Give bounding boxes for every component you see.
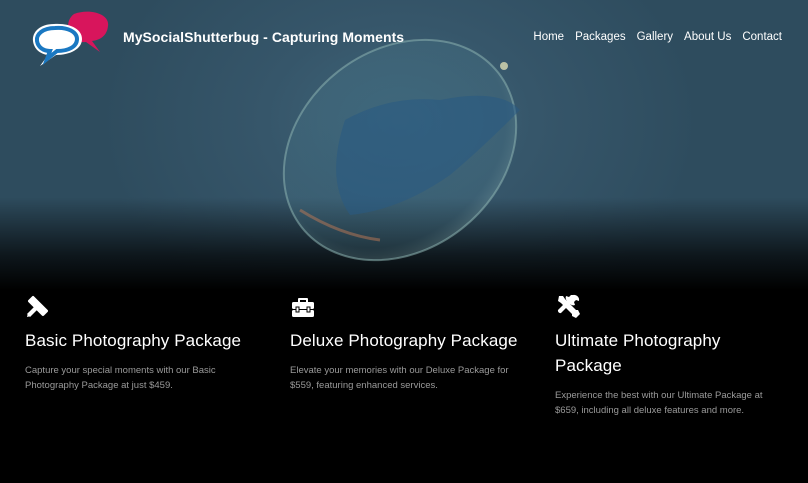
packages-section: Basic Photography Package Capture your s… — [0, 290, 808, 483]
package-title: Ultimate Photography Package — [555, 331, 721, 375]
site-title[interactable]: MySocialShutterbug - Capturing Moments — [123, 29, 404, 45]
package-card-basic: Basic Photography Package Capture your s… — [25, 293, 255, 393]
pencil-ruler-icon — [27, 295, 49, 317]
main-nav: Home Packages Gallery About Us Contact — [533, 31, 782, 43]
nav-contact-link[interactable]: Contact — [742, 31, 782, 43]
tools-icon — [557, 294, 580, 318]
package-description: Experience the best with our Ultimate Pa… — [555, 390, 763, 416]
package-card-ultimate: Ultimate Photography Package Experience … — [555, 293, 787, 418]
nav-about-link[interactable]: About Us — [684, 31, 731, 43]
site-header: MySocialShutterbug - Capturing Moments H… — [0, 0, 808, 76]
nav-home-link[interactable]: Home — [533, 31, 564, 43]
package-description: Capture your special moments with our Ba… — [25, 365, 216, 391]
nav-packages-link[interactable]: Packages — [575, 31, 626, 43]
speech-bubbles-logo-icon[interactable] — [30, 10, 110, 68]
package-title: Deluxe Photography Package — [290, 331, 518, 350]
package-description: Elevate your memories with our Deluxe Pa… — [290, 365, 509, 391]
toolbox-icon — [292, 298, 314, 317]
nav-gallery-link[interactable]: Gallery — [637, 31, 673, 43]
package-title: Basic Photography Package — [25, 331, 242, 350]
package-card-deluxe: Deluxe Photography Package Elevate your … — [290, 293, 520, 393]
